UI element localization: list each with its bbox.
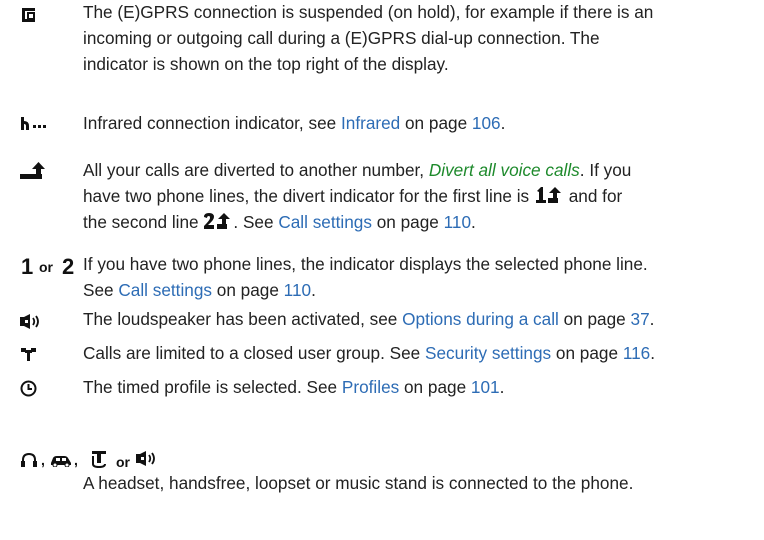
- closed-user-group-text: Calls are limited to a closed user group…: [83, 343, 655, 363]
- divert-text: All your calls are diverted to another n…: [83, 160, 632, 232]
- accessory-or-label: or: [116, 454, 130, 470]
- headset-icon: [21, 452, 37, 467]
- closed-user-group-icon: [21, 348, 36, 361]
- loopset-icon: [92, 451, 106, 468]
- handsfree-car-icon: [51, 456, 71, 467]
- options-during-call-page-link[interactable]: 37: [631, 309, 650, 329]
- profiles-link[interactable]: Profiles: [342, 377, 399, 397]
- phone-lines-text: If you have two phone lines, the indicat…: [83, 254, 648, 300]
- gprs-suspended-icon: [22, 8, 35, 22]
- accessory-separator-2: ,: [74, 452, 78, 468]
- call-settings-link-2[interactable]: Call settings: [118, 280, 212, 300]
- gprs-hold-text: The (E)GPRS connection is suspended (on …: [83, 2, 654, 74]
- infrared-link[interactable]: Infrared: [341, 113, 400, 133]
- divert-line-2-icon: [204, 213, 231, 229]
- divert-line-1-icon: [535, 187, 561, 203]
- loudspeaker-text: The loudspeaker has been activated, see …: [83, 309, 655, 329]
- profiles-page-link[interactable]: 101: [471, 377, 500, 397]
- line-2-icon: 2: [62, 254, 75, 279]
- music-stand-icon: [136, 451, 155, 466]
- line-1-icon: 1: [21, 254, 34, 279]
- divert-icon: [20, 162, 45, 179]
- infrared-text: Infrared connection indicator, see Infra…: [83, 113, 506, 133]
- security-settings-link[interactable]: Security settings: [425, 343, 551, 363]
- call-settings-page-link-2[interactable]: 110: [284, 280, 311, 300]
- accessory-separator-1: ,: [41, 452, 45, 468]
- security-settings-page-link[interactable]: 116: [623, 343, 650, 363]
- or-label: or: [39, 259, 53, 275]
- timed-profile-text: The timed profile is selected. See Profi…: [83, 377, 505, 397]
- call-settings-page-link[interactable]: 110: [444, 212, 471, 232]
- infrared-page-link[interactable]: 106: [472, 113, 501, 133]
- clock-icon: [20, 380, 37, 397]
- loudspeaker-icon: [20, 314, 39, 329]
- accessories-text: A headset, handsfree, loopset or music s…: [83, 473, 634, 493]
- infrared-icon: [21, 117, 46, 130]
- divert-all-voice-calls-term: Divert all voice calls: [428, 160, 580, 180]
- call-settings-link[interactable]: Call settings: [278, 212, 372, 232]
- options-during-call-link[interactable]: Options during a call: [402, 309, 559, 329]
